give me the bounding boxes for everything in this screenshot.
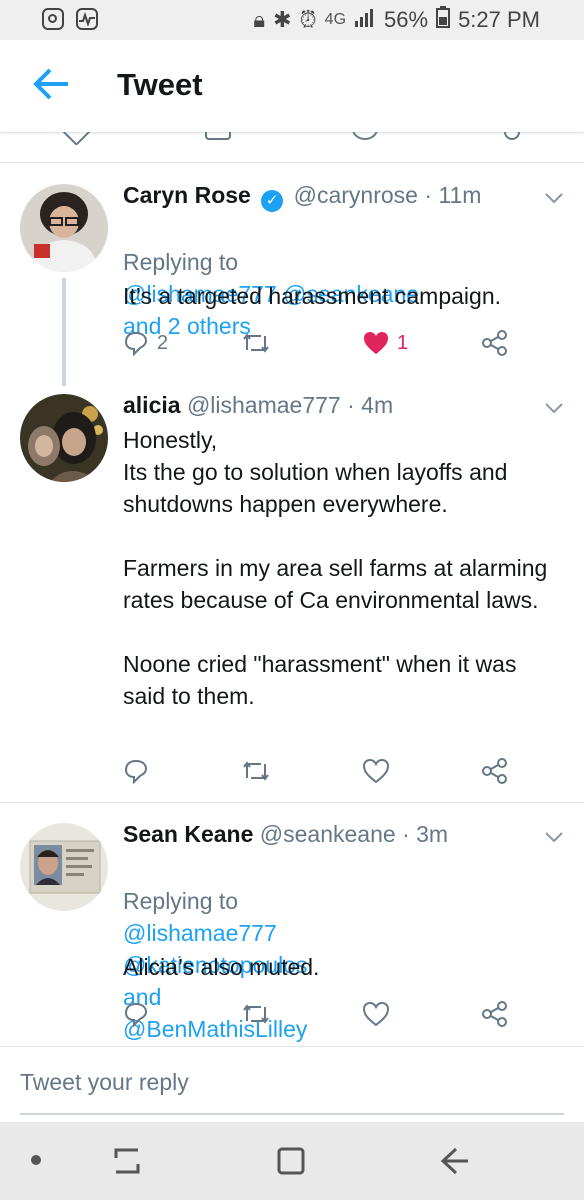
- retweet-icon: [243, 333, 269, 353]
- recent-apps-icon[interactable]: [112, 1144, 142, 1183]
- author-name[interactable]: alicia: [123, 392, 181, 418]
- share-button[interactable]: [481, 326, 509, 360]
- reply-mention[interactable]: @lishamae777: [123, 920, 277, 946]
- replying-to: Replying to @lishamae777 @seankeane and …: [123, 249, 420, 339]
- previous-tweet-actions: [0, 132, 584, 163]
- back-icon[interactable]: [438, 1144, 472, 1183]
- like-icon[interactable]: [352, 132, 378, 140]
- author-name[interactable]: Caryn Rose: [123, 182, 251, 208]
- retweet-button[interactable]: [241, 754, 271, 788]
- battery-percent: 56%: [384, 7, 429, 32]
- retweet-button[interactable]: [241, 326, 271, 360]
- author-handle[interactable]: @carynrose: [294, 182, 418, 208]
- share-icon: [482, 330, 507, 356]
- like-icon: [363, 1002, 389, 1026]
- tweet-actions: [123, 754, 523, 788]
- bluetooth-icon: ✱: [273, 7, 292, 32]
- avatar[interactable]: [20, 394, 108, 482]
- thread-connector: [62, 278, 66, 386]
- reply-button[interactable]: [123, 754, 149, 788]
- chevron-down-icon[interactable]: [544, 398, 564, 418]
- tweet-actions: 2 1: [123, 326, 523, 360]
- share-icon: [482, 1001, 507, 1027]
- reply-icon: [124, 1002, 148, 1027]
- author-name[interactable]: Sean Keane: [123, 821, 253, 847]
- like-count: 1: [397, 331, 409, 354]
- home-icon[interactable]: [276, 1144, 306, 1183]
- tweet-caryn-rose[interactable]: Caryn Rose ✓ @carynrose · 11m Replying t…: [0, 162, 584, 372]
- tweet-time: · 11m: [424, 182, 482, 208]
- signal-icon: [354, 7, 376, 33]
- tweet-text: It’s a targeted harassment campaign.: [123, 283, 502, 309]
- retweet-icon: [243, 1004, 269, 1024]
- retweet-icon[interactable]: [205, 132, 231, 140]
- network-type: 4G: [324, 11, 347, 28]
- battery-icon: [436, 6, 451, 34]
- retweet-icon: [243, 761, 269, 781]
- back-arrow-icon[interactable]: [32, 64, 72, 104]
- share-button[interactable]: [481, 754, 509, 788]
- chevron-down-icon[interactable]: [544, 827, 564, 847]
- tweet-time: · 4m: [347, 392, 394, 418]
- retweet-button[interactable]: [241, 997, 271, 1031]
- share-icon: [482, 758, 507, 784]
- tweet-text: Alicia’s also muted.: [123, 954, 320, 980]
- instagram-notification-icon: [42, 8, 64, 30]
- lock-icon: 🔒︎: [253, 7, 266, 32]
- activity-notification-icon: [76, 8, 98, 30]
- chevron-down-icon[interactable]: [544, 188, 564, 208]
- system-nav-bar: [0, 1122, 584, 1200]
- tweet-text: Honestly, Its the go to solution when la…: [123, 427, 548, 709]
- tweet-sean-keane[interactable]: Sean Keane @seankeane · 3m Replying to @…: [0, 803, 584, 1045]
- clock: 5:27 PM: [458, 7, 540, 32]
- tweet-alicia[interactable]: alicia @lishamae777 · 4m Honestly, Its t…: [0, 380, 584, 800]
- alarm-icon: ⏰︎: [299, 7, 317, 32]
- avatar[interactable]: [20, 823, 108, 911]
- tweet-time: · 3m: [402, 821, 449, 847]
- author-handle[interactable]: @seankeane: [260, 821, 396, 847]
- like-button[interactable]: [363, 997, 389, 1031]
- page-title: Tweet: [117, 67, 203, 102]
- like-button[interactable]: [363, 754, 389, 788]
- tweet-actions: [123, 997, 523, 1031]
- like-button[interactable]: 1: [363, 326, 408, 360]
- app-bar: Tweet: [0, 40, 584, 133]
- reply-button[interactable]: [123, 997, 149, 1031]
- share-button[interactable]: [481, 997, 509, 1031]
- share-icon[interactable]: [504, 132, 520, 140]
- reply-icon: [124, 759, 148, 784]
- reply-composer: Tweet your reply: [0, 1046, 584, 1123]
- status-bar: 🔒︎ ✱ ⏰︎ 4G 56% 5:27 PM: [0, 0, 584, 40]
- nav-dot-icon: [31, 1155, 41, 1165]
- like-icon: [363, 759, 389, 783]
- reply-button[interactable]: 2: [123, 326, 168, 360]
- reply-icon: [124, 331, 148, 356]
- reply-count: 2: [157, 331, 169, 354]
- verified-badge-icon: ✓: [261, 190, 284, 212]
- reply-icon[interactable]: [58, 132, 92, 146]
- author-handle[interactable]: @lishamae777: [187, 392, 341, 418]
- reply-input-underline: [20, 1113, 564, 1115]
- reply-input[interactable]: Tweet your reply: [20, 1069, 189, 1096]
- avatar[interactable]: [20, 184, 108, 272]
- like-icon: [364, 332, 388, 354]
